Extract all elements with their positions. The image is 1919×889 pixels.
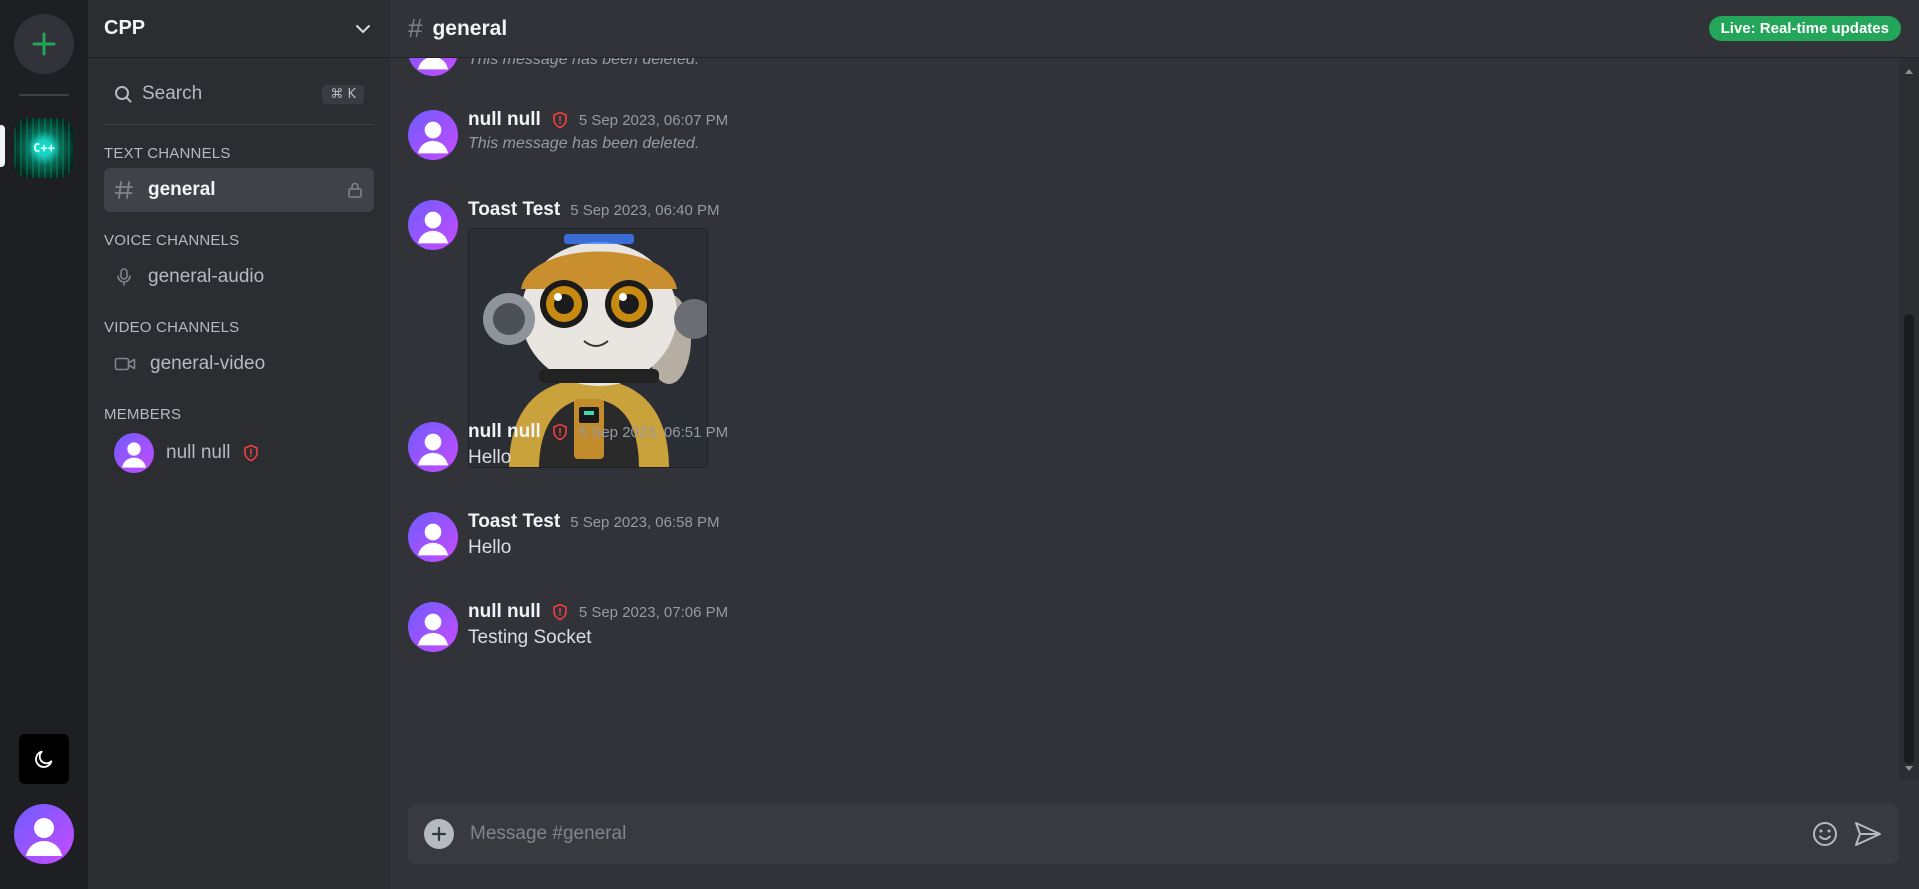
user-silhouette-icon (418, 58, 448, 70)
hash-icon: # (408, 13, 423, 43)
message-timestamp: 5 Sep 2023, 06:58 PM (570, 513, 720, 531)
scroll-down-arrow-icon[interactable] (1899, 762, 1919, 776)
message-item: This message has been deleted. (408, 58, 699, 76)
channel-label: general-video (150, 353, 266, 374)
text-channels-heading: TEXT CHANNELS (104, 145, 231, 162)
channel-general-video[interactable]: general-video (104, 342, 374, 386)
avatar[interactable] (408, 200, 458, 250)
message-author[interactable]: null null (468, 601, 541, 623)
hash-icon (114, 181, 133, 199)
channel-general-audio[interactable]: general-audio (104, 255, 374, 299)
message-text: This message has been deleted. (468, 135, 700, 152)
plus-icon (32, 32, 56, 56)
message-item: null null 5 Sep 2023, 07:06 PM Testing S… (408, 600, 728, 652)
emoji-icon[interactable] (1811, 820, 1839, 848)
shield-alert-icon (553, 603, 567, 621)
server-icon-text: C++ (33, 141, 55, 155)
avatar (408, 58, 458, 76)
user-silhouette-icon (418, 121, 448, 154)
video-camera-icon (114, 357, 136, 371)
message-author[interactable]: Toast Test (468, 199, 560, 221)
video-channels-heading: VIDEO CHANNELS (104, 319, 240, 336)
search-label: Search (142, 83, 203, 104)
user-silhouette-icon (418, 433, 448, 466)
main-panel: # general Live: Real-time updates This m… (390, 0, 1919, 889)
message-scrollbar[interactable] (1899, 58, 1919, 780)
active-server-indicator (0, 125, 5, 167)
message-item: Toast Test 5 Sep 2023, 06:58 PM Hello (408, 510, 719, 562)
message-text: Testing Socket (468, 627, 592, 648)
add-server-button[interactable] (14, 14, 74, 74)
theme-toggle-button[interactable] (19, 734, 69, 784)
message-author[interactable]: Toast Test (468, 511, 560, 533)
microphone-icon (117, 268, 131, 286)
moon-icon (35, 750, 53, 768)
shield-alert-icon (244, 444, 259, 462)
scroll-up-arrow-icon[interactable] (1899, 64, 1919, 78)
lock-icon (348, 182, 362, 198)
channel-title: general (432, 16, 508, 40)
rail-divider (19, 94, 69, 96)
channel-label: general-audio (148, 266, 265, 287)
avatar[interactable] (408, 512, 458, 562)
message-item: null null 5 Sep 2023, 06:07 PM This mess… (408, 108, 728, 160)
channel-general[interactable]: general (104, 168, 374, 212)
voice-channels-heading: VOICE CHANNELS (104, 232, 240, 249)
send-icon[interactable] (1853, 820, 1883, 848)
member-name: null null (166, 442, 231, 463)
message-text: Hello (468, 537, 512, 558)
search-icon (115, 86, 132, 103)
message-composer (408, 804, 1899, 864)
server-icon-cpp[interactable]: C++ (14, 118, 74, 178)
message-text: This message has been deleted. (468, 58, 700, 68)
search-button[interactable]: Search ⌘ K (104, 76, 374, 112)
message-text: Hello (468, 447, 512, 468)
members-heading: MEMBERS (104, 406, 182, 423)
attach-file-button[interactable] (424, 819, 454, 849)
user-silhouette-icon (418, 523, 448, 556)
user-avatar[interactable] (14, 804, 74, 864)
message-timestamp: 5 Sep 2023, 06:07 PM (578, 111, 729, 129)
channel-label: general (148, 179, 216, 200)
chevron-down-icon (356, 24, 370, 33)
shield-alert-icon (553, 423, 567, 441)
channel-sidebar: CPP Search ⌘ K TEXT CHANNELS general VOI… (88, 0, 390, 889)
user-silhouette-icon (418, 613, 448, 646)
channel-header: # general Live: Real-time updates (390, 0, 1919, 58)
search-shortcut: ⌘ K (322, 84, 364, 104)
avatar[interactable] (408, 110, 458, 160)
message-author[interactable]: null null (468, 421, 541, 443)
message-item: null null 5 Sep 2023, 06:51 PM Hello (408, 420, 728, 472)
message-timestamp: 5 Sep 2023, 07:06 PM (578, 603, 729, 621)
message-list: This message has been deleted. null null… (390, 58, 1899, 780)
server-rail: C++ (0, 0, 88, 889)
member-item[interactable]: null null (104, 429, 374, 477)
message-timestamp: 5 Sep 2023, 06:40 PM (570, 201, 720, 219)
avatar[interactable] (408, 602, 458, 652)
avatar (114, 433, 154, 473)
shield-alert-icon (553, 111, 567, 129)
message-input[interactable] (468, 822, 1797, 846)
user-silhouette-icon (26, 818, 62, 856)
user-silhouette-icon (418, 211, 448, 244)
scrollbar-thumb[interactable] (1904, 314, 1914, 764)
server-name: CPP (104, 17, 146, 39)
avatar[interactable] (408, 422, 458, 472)
server-header[interactable]: CPP (88, 0, 390, 58)
user-silhouette-icon (122, 442, 146, 468)
status-badge: Live: Real-time updates (1708, 16, 1901, 41)
message-author[interactable]: null null (468, 109, 541, 131)
plus-icon (431, 826, 447, 842)
message-timestamp: 5 Sep 2023, 06:51 PM (578, 423, 729, 441)
sidebar-divider (104, 124, 374, 125)
